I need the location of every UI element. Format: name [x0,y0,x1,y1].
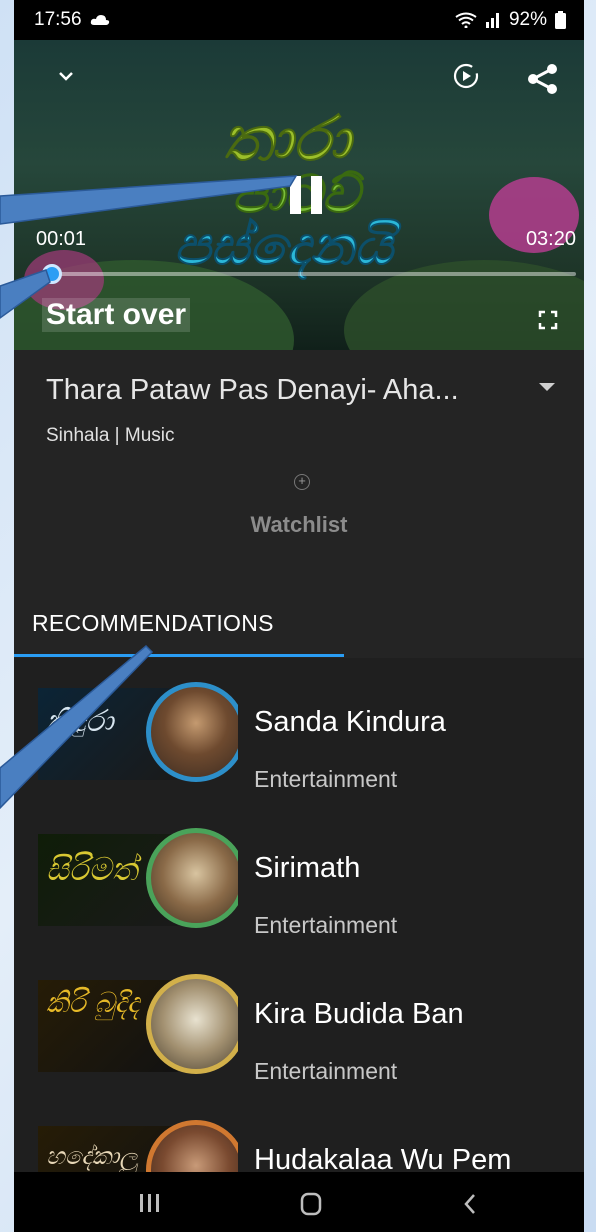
thumbnail: කිඳුරා [38,678,238,790]
status-time: 17:56 [34,9,82,30]
recommendation-list: කිඳුරා Sanda Kindura Entertainment සිරිම… [14,658,584,1172]
recommendation-title: Hudakalaa Wu Pem [254,1144,512,1172]
fullscreen-icon[interactable] [538,310,558,330]
current-time: 00:01 [36,228,87,250]
status-bar: 17:56 92% [14,0,584,40]
tab-bar: RECOMMENDATIONS [14,580,584,658]
share-icon[interactable] [526,62,560,96]
video-title[interactable]: Thara Pataw Pas Denayi- Aha... [46,374,506,407]
recommendation-title: Kira Budida Ban [254,998,464,1030]
battery-icon [555,11,566,29]
seek-bar[interactable] [50,272,576,276]
recommendation-item[interactable]: හදේකාලු Hudakalaa Wu Pem [14,1096,584,1172]
watchlist-button[interactable]: Watchlist [14,512,584,538]
svg-text:පස්දෙනයි: පස්දෙනයි [174,214,401,279]
recommendation-title: Sirimath [254,852,361,884]
recommendation-item[interactable]: කිරි බුදිද Kira Budida Ban Entertainment [14,950,584,1096]
video-meta: Sinhala | Music [46,425,175,446]
thumbnail: කිරි බුදිද [38,970,238,1082]
phone-screen: 17:56 92% තාරා පාටව් පස්දෙනයි 00:01 03:2… [14,0,584,1232]
signal-icon [485,13,499,28]
plus-icon[interactable]: + [294,474,310,490]
recommendation-item[interactable]: සිරිමත් Sirimath Entertainment [14,804,584,950]
recommendation-category: Entertainment [254,1058,398,1084]
recommendation-category: Entertainment [254,766,398,792]
battery-percent: 92% [508,9,547,30]
home-icon[interactable] [300,1192,322,1216]
active-tab-indicator [14,654,344,657]
recommendation-title: Sanda Kindura [254,706,446,738]
total-time: 03:20 [525,228,576,250]
autoplay-icon[interactable] [452,62,480,90]
tab-recommendations[interactable]: RECOMMENDATIONS [32,610,274,637]
recent-apps-icon[interactable] [138,1192,162,1214]
pause-icon[interactable] [288,174,324,216]
start-over-button[interactable]: Start over [42,298,191,332]
navigation-bar [14,1172,584,1232]
cloud-icon [90,15,109,25]
thumbnail: සිරිමත් [38,824,238,936]
video-player[interactable]: තාරා පාටව් පස්දෙනයි 00:01 03:20 Start ov… [14,40,584,350]
chevron-down-icon[interactable] [58,70,74,82]
video-info: Thara Pataw Pas Denayi- Aha... Sinhala |… [14,350,584,580]
thumbnail: හදේකාලු [38,1116,238,1172]
recommendation-item[interactable]: කිඳුරා Sanda Kindura Entertainment [14,658,584,804]
wifi-icon [455,12,477,28]
back-icon[interactable] [462,1192,478,1216]
recommendation-category: Entertainment [254,912,398,938]
expand-caret-icon[interactable] [539,383,555,391]
seek-thumb[interactable] [42,264,62,284]
